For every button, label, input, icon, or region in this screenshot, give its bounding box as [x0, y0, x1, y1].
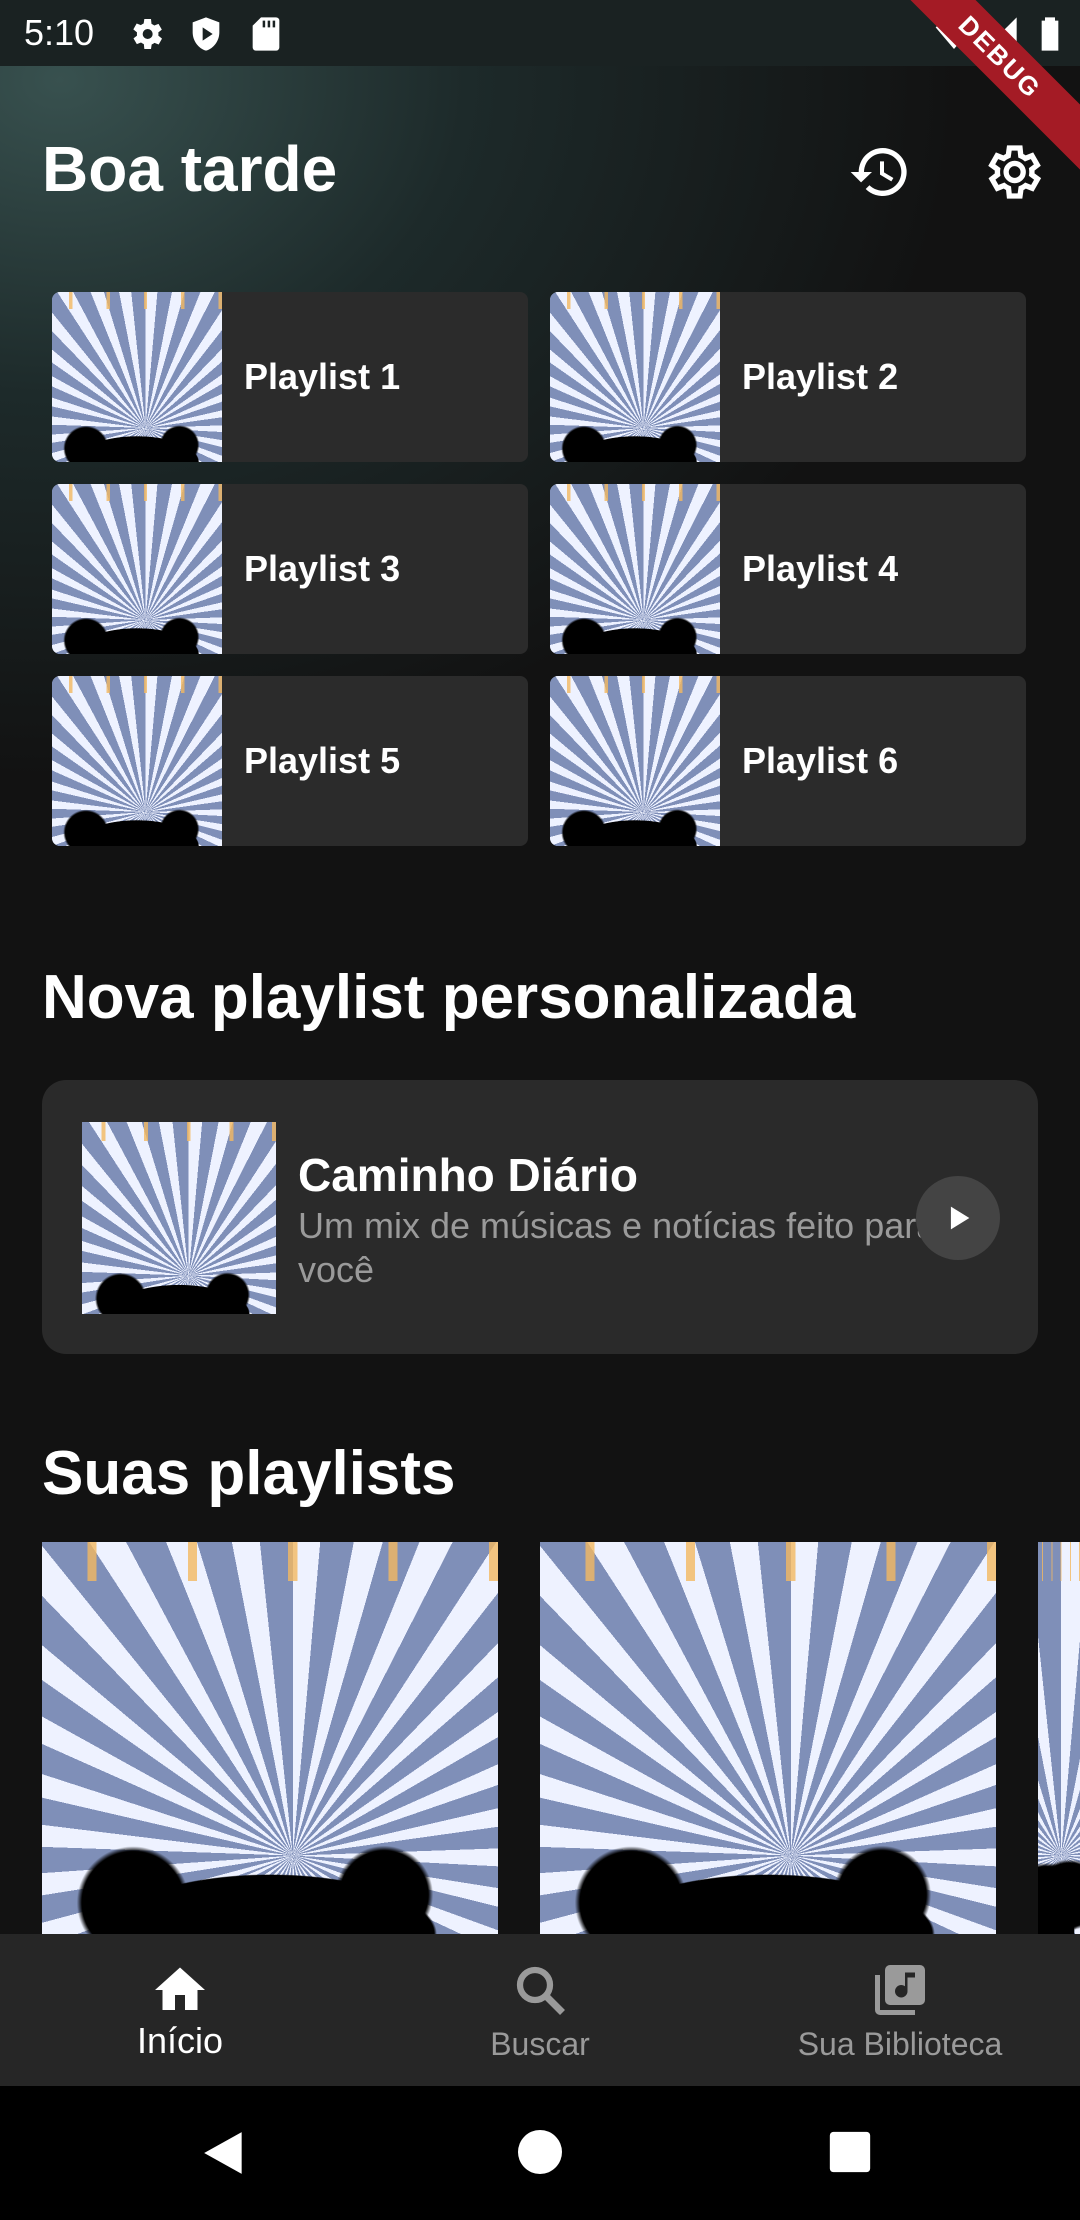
search-icon [516, 1966, 565, 2015]
system-navigation-bar [0, 2086, 1080, 2220]
section-title-your-playlists: Suas playlists [42, 1439, 456, 1508]
nav-home[interactable]: Início [60, 1934, 300, 2086]
greeting-title: Boa tarde [42, 133, 338, 205]
play-icon [950, 1206, 970, 1230]
section-title-new-playlist: Nova playlist personalizada [42, 963, 856, 1032]
nav-search[interactable]: Buscar [420, 1934, 660, 2086]
playlist-tile[interactable]: Playlist 3 [52, 484, 528, 654]
featured-title: Caminho Diário [298, 1149, 638, 1201]
library-music-icon [875, 1965, 925, 2015]
playlist-title: Playlist 3 [244, 548, 401, 589]
play-button[interactable] [916, 1176, 1000, 1260]
playlist-title: Playlist 1 [244, 356, 401, 397]
playlist-cover [550, 676, 720, 846]
home-icon [155, 1967, 205, 2010]
recents-icon[interactable] [828, 2130, 872, 2174]
playlist-title: Playlist 2 [742, 356, 899, 397]
featured-cover [82, 1122, 276, 1314]
featured-playlist-card[interactable]: Caminho Diário Um mix de músicas e notíc… [42, 1080, 1038, 1354]
playlist-cover [550, 484, 720, 654]
home-circle-icon[interactable] [516, 2128, 564, 2176]
status-bar: 5:10 DEBUG [0, 0, 1080, 180]
playlist-tile[interactable]: Playlist 5 [52, 676, 528, 846]
settings-status-icon [133, 19, 162, 49]
playlist-tile[interactable]: Playlist 2 [550, 292, 1026, 462]
nav-search-label: Buscar [490, 2026, 590, 2062]
playlist-card[interactable] [42, 1542, 498, 1934]
featured-subtitle: Um mix de músicas e notícias feito para … [298, 1205, 937, 1290]
playlist-cover [52, 484, 222, 654]
status-time: 5:10 [24, 12, 95, 53]
playlist-tile[interactable]: Playlist 6 [550, 676, 1026, 846]
playlist-cover [550, 292, 720, 462]
history-icon[interactable] [848, 140, 912, 204]
playlist-card[interactable] [540, 1542, 996, 1934]
playlist-cover [52, 292, 222, 462]
playlist-title: Playlist 4 [742, 548, 899, 589]
playlist-cover [52, 676, 222, 846]
playlist-card[interactable] [1038, 1542, 1080, 1934]
settings-icon[interactable] [980, 140, 1044, 204]
sd-card-icon [252, 17, 280, 51]
nav-library-label: Sua Biblioteca [797, 2026, 1003, 2062]
playlist-tile[interactable]: Playlist 4 [550, 484, 1026, 654]
playlist-tile[interactable]: Playlist 1 [52, 292, 528, 462]
playlist-title: Playlist 5 [244, 740, 401, 781]
battery-icon [1041, 17, 1059, 51]
bottom-navigation: Início Buscar Sua Biblioteca [0, 1934, 1080, 2086]
back-icon[interactable] [200, 2126, 250, 2180]
nav-home-label: Início [136, 2020, 224, 2061]
shield-play-icon [192, 17, 220, 51]
nav-library[interactable]: Sua Biblioteca [760, 1934, 1040, 2086]
playlist-title: Playlist 6 [742, 740, 899, 781]
